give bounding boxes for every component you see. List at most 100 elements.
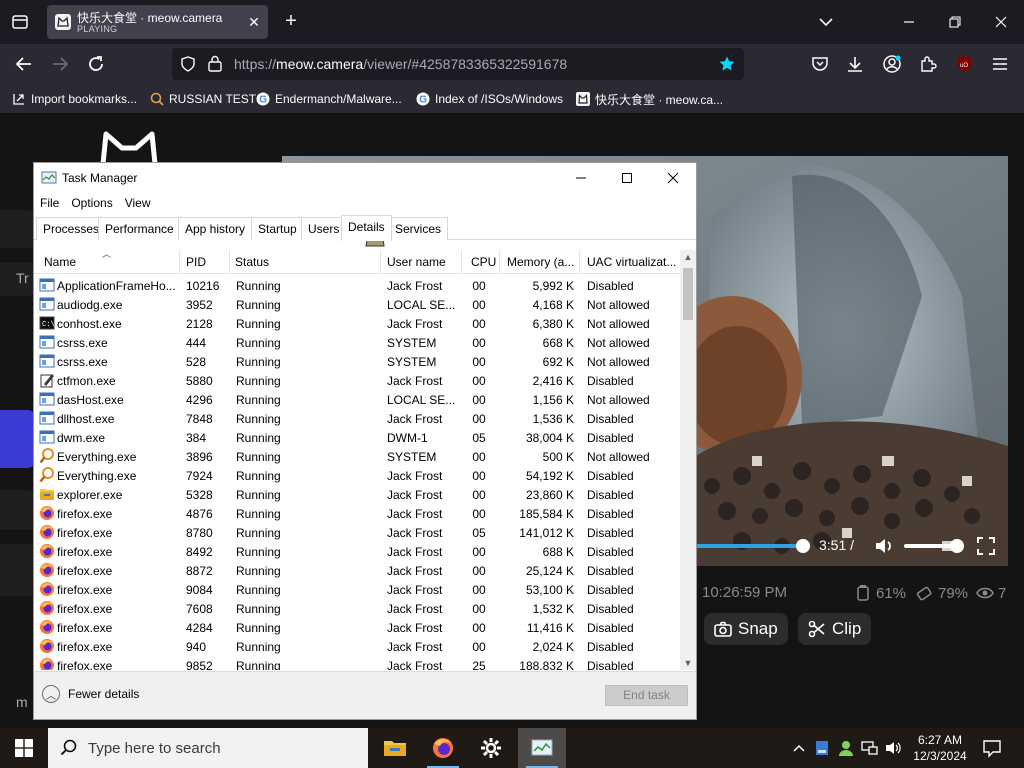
- scrollbar-thumb[interactable]: [683, 268, 693, 320]
- tray-network-icon[interactable]: [860, 738, 880, 758]
- column-divider[interactable]: [179, 250, 180, 274]
- tab-startup[interactable]: Startup: [251, 217, 304, 240]
- process-row[interactable]: audiodg.exe 3952 Running LOCAL SE... 00 4,168…: [34, 295, 680, 314]
- tab-services[interactable]: Services: [388, 217, 449, 240]
- bookmark-import[interactable]: Import bookmarks...: [12, 90, 137, 108]
- column-memory[interactable]: Memory (a...: [507, 255, 577, 269]
- tm-maximize-button[interactable]: [604, 163, 650, 193]
- url-text[interactable]: https://meow.camera/viewer/#425878336532…: [234, 56, 567, 72]
- vertical-scrollbar[interactable]: ▲ ▼: [680, 250, 696, 670]
- tm-close-button[interactable]: [650, 163, 696, 193]
- process-row[interactable]: firefox.exe 4876 Running Jack Frost 00 185,58…: [34, 504, 680, 523]
- tray-volume-icon[interactable]: [884, 738, 904, 758]
- column-name[interactable]: Name: [44, 255, 76, 269]
- process-row[interactable]: explorer.exe 5328 Running Jack Frost 00 23,86…: [34, 485, 680, 504]
- menu-options[interactable]: Options: [65, 193, 118, 213]
- tab-details[interactable]: Details: [341, 215, 392, 241]
- bookmark-endermanch[interactable]: G Endermanch/Malware...: [256, 90, 402, 108]
- end-task-button[interactable]: End task: [605, 685, 688, 706]
- scroll-down-icon[interactable]: ▼: [680, 656, 696, 670]
- tab-processes[interactable]: Processes: [36, 217, 107, 240]
- bookmark-meow-camera[interactable]: 快乐大食堂 · meow.ca...: [576, 90, 723, 108]
- column-divider[interactable]: [229, 250, 230, 274]
- tm-minimize-button[interactable]: [558, 163, 604, 193]
- column-pid[interactable]: PID: [186, 255, 206, 269]
- process-row[interactable]: firefox.exe 7608 Running Jack Frost 00 1,532 …: [34, 599, 680, 618]
- start-button[interactable]: [0, 728, 48, 768]
- column-uac-virtualization[interactable]: UAC virtualizat...: [587, 255, 679, 269]
- address-bar[interactable]: https://meow.camera/viewer/#425878336532…: [172, 48, 744, 80]
- lock-icon[interactable]: [208, 55, 222, 72]
- tab-overflow-chevron-icon[interactable]: [816, 12, 836, 32]
- sidebar-item[interactable]: [0, 544, 34, 596]
- column-cpu[interactable]: CPU: [471, 255, 496, 269]
- list-all-tabs-button[interactable]: [8, 10, 32, 34]
- process-row[interactable]: firefox.exe 8492 Running Jack Frost 00 688 K D…: [34, 542, 680, 561]
- process-row[interactable]: firefox.exe 9852 Running Jack Frost 25 188,83…: [34, 656, 680, 670]
- process-row[interactable]: dwm.exe 384 Running DWM-1 05 38,004 K Disabled: [34, 428, 680, 447]
- minimize-window-button[interactable]: [895, 8, 923, 36]
- bookmark-isos-windows[interactable]: G Index of /ISOs/Windows: [416, 90, 563, 108]
- column-status[interactable]: Status: [235, 255, 269, 269]
- process-row[interactable]: csrss.exe 528 Running SYSTEM 00 692 K Not allo…: [34, 352, 680, 371]
- volume-thumb[interactable]: [950, 539, 964, 553]
- column-user-name[interactable]: User name: [387, 255, 446, 269]
- scroll-up-icon[interactable]: ▲: [680, 250, 696, 264]
- task-manager-titlebar[interactable]: Task Manager: [34, 163, 696, 193]
- process-row[interactable]: firefox.exe 8780 Running Jack Frost 05 141,01…: [34, 523, 680, 542]
- column-divider[interactable]: [579, 250, 580, 274]
- bookmark-star-icon[interactable]: [718, 55, 736, 73]
- taskbar-settings[interactable]: [467, 728, 515, 768]
- restore-window-button[interactable]: [941, 8, 969, 36]
- column-divider[interactable]: [380, 250, 381, 274]
- notification-center-icon[interactable]: [982, 738, 1002, 758]
- process-row[interactable]: Everything.exe 3896 Running SYSTEM 00 500 K No…: [34, 447, 680, 466]
- app-menu-button[interactable]: [988, 52, 1012, 76]
- close-window-button[interactable]: [987, 8, 1015, 36]
- taskbar-firefox[interactable]: [419, 728, 467, 768]
- tab-close-icon[interactable]: ✕: [246, 14, 262, 30]
- taskbar-file-explorer[interactable]: [371, 728, 419, 768]
- volume-icon[interactable]: [874, 536, 896, 556]
- sidebar-item-active[interactable]: [0, 410, 34, 468]
- process-row[interactable]: dllhost.exe 7848 Running Jack Frost 00 1,536 …: [34, 409, 680, 428]
- process-row[interactable]: csrss.exe 444 Running SYSTEM 00 668 K Not allo…: [34, 333, 680, 352]
- back-button[interactable]: [12, 52, 36, 76]
- tray-people-icon[interactable]: [836, 738, 856, 758]
- process-row[interactable]: ApplicationFrameHo... 10216 Running Jack Fr…: [34, 276, 680, 295]
- tab-performance[interactable]: Performance: [98, 217, 181, 240]
- snap-button[interactable]: Snap: [704, 613, 788, 645]
- tray-drive-icon[interactable]: [812, 738, 832, 758]
- reload-button[interactable]: [84, 52, 108, 76]
- clip-button[interactable]: Clip: [798, 613, 872, 645]
- tray-overflow-chevron-icon[interactable]: [789, 738, 809, 758]
- column-divider[interactable]: [461, 250, 462, 274]
- process-row[interactable]: firefox.exe 4284 Running Jack Frost 00 11,416…: [34, 618, 680, 637]
- seek-bar[interactable]: [696, 544, 804, 548]
- process-row[interactable]: Everything.exe 7924 Running Jack Frost 00 54,…: [34, 466, 680, 485]
- taskbar-clock[interactable]: 6:27 AM 12/3/2024: [912, 732, 968, 764]
- tab-app-history[interactable]: App history: [178, 217, 253, 240]
- column-divider[interactable]: [499, 250, 500, 274]
- sidebar-item[interactable]: Tr: [0, 262, 34, 296]
- process-row[interactable]: ctfmon.exe 5880 Running Jack Frost 00 2,416 K…: [34, 371, 680, 390]
- process-row[interactable]: firefox.exe 9084 Running Jack Frost 00 53,100…: [34, 580, 680, 599]
- menu-view[interactable]: View: [119, 193, 157, 213]
- extensions-button[interactable]: [916, 52, 940, 76]
- fullscreen-icon[interactable]: [976, 536, 996, 556]
- taskbar-task-manager[interactable]: [518, 728, 566, 768]
- tab-users[interactable]: Users: [301, 217, 347, 240]
- process-row[interactable]: C:\ conhost.exe 2128 Running Jack Frost 00 6,3…: [34, 314, 680, 333]
- account-button[interactable]: [880, 52, 904, 76]
- ublock-origin-button[interactable]: uO: [952, 52, 976, 76]
- process-row[interactable]: firefox.exe 8872 Running Jack Frost 00 25,124…: [34, 561, 680, 580]
- sidebar-item[interactable]: [0, 210, 34, 248]
- shield-icon[interactable]: [180, 56, 196, 72]
- sidebar-item[interactable]: [0, 490, 34, 530]
- process-row[interactable]: dasHost.exe 4296 Running LOCAL SE... 00 1,156…: [34, 390, 680, 409]
- menu-file[interactable]: File: [34, 193, 65, 213]
- forward-button[interactable]: [48, 52, 72, 76]
- pocket-button[interactable]: [808, 52, 832, 76]
- fewer-details-button[interactable]: ︿ Fewer details: [42, 685, 139, 703]
- new-tab-button[interactable]: +: [280, 10, 302, 32]
